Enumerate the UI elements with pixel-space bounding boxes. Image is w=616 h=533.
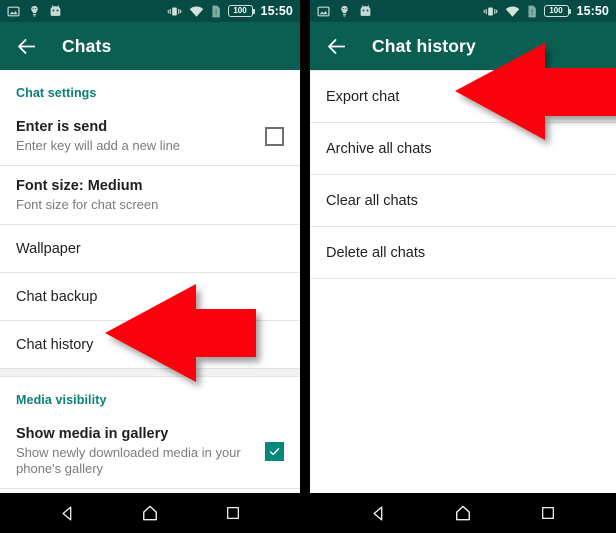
row-archive-all-chats[interactable]: Archive all chats [310,123,616,174]
recents-nav-icon [226,507,239,519]
row-delete-all-chats[interactable]: Delete all chats [310,227,616,278]
back-button[interactable] [14,34,38,58]
row-text: Enter is send Enter key will add a new l… [16,118,251,155]
row-subtitle: Font size for chat screen [16,196,159,212]
status-clock: 15:50 [260,3,293,18]
back-nav-icon [373,505,383,521]
page-title: Chat history [372,35,476,56]
image-icon [7,5,20,18]
battery-icon: 100 [543,5,571,17]
row-text: Show media in gallery Show newly downloa… [16,425,251,478]
checkbox-enter-is-send[interactable] [265,126,284,146]
row-font-size[interactable]: Font size: Medium Font size for chat scr… [0,166,300,224]
row-subtitle: Show newly downloaded media in your phon… [16,444,241,477]
wifi-icon [189,5,204,18]
divider [310,278,616,279]
android-head-icon [49,5,62,17]
sim-card-icon [527,5,537,18]
vibrate-icon [483,5,498,18]
row-chat-backup[interactable]: Chat backup [0,273,300,320]
row-title: Clear all chats [326,192,418,209]
nav-back-button[interactable] [50,496,84,530]
page-title: Chats [62,35,112,56]
row-clear-all-chats[interactable]: Clear all chats [310,175,616,226]
row-export-chat[interactable]: Export chat [310,71,616,122]
row-text: Chat history [16,336,284,354]
divider [0,488,300,489]
nav-recents-button[interactable] [216,496,250,530]
nav-recents-button[interactable] [531,496,565,530]
section-separator-band [0,368,300,377]
battery-level: 100 [549,6,563,15]
status-clock: 15:50 [576,3,609,18]
back-button[interactable] [324,34,348,58]
toolbar-chat-history: Chat history [310,22,616,70]
status-icons-right: 100 15:50 [167,5,293,18]
wifi-icon [505,5,520,18]
flashlight-icon [339,5,350,18]
home-nav-icon [456,505,470,521]
row-text: Chat backup [16,288,284,306]
nav-home-button[interactable] [446,496,480,530]
status-icons-left [317,5,372,18]
row-text: Clear all chats [326,192,600,210]
chats-settings-list: Chat settings Enter is send Enter key wi… [0,70,300,515]
section-header-chat-settings: Chat settings [16,86,97,100]
phone-screen-chat-history: 100 15:50 Chat history Export chat Archi… [310,0,616,533]
android-head-icon [359,5,372,17]
row-title: Archive all chats [326,140,432,157]
row-wallpaper[interactable]: Wallpaper [0,225,300,272]
row-title: Chat history [16,336,94,353]
check-icon [269,447,280,455]
row-title: Enter is send [16,118,108,135]
android-navbar-left [0,493,300,533]
row-show-media-in-gallery[interactable]: Show media in gallery Show newly downloa… [0,414,300,488]
phone-screen-chats: 100 15:50 Chats Chat settings Enter is s… [0,0,300,533]
arrow-left-icon [327,38,345,54]
row-title: Chat backup [16,288,98,305]
toolbar-chats: Chats [0,22,300,70]
image-icon [317,5,330,18]
row-title: Export chat [326,88,400,105]
status-bar-left: 100 15:50 [0,0,300,22]
sim-card-icon [211,5,221,18]
nav-home-button[interactable] [133,496,167,530]
row-subtitle: Enter key will add a new line [16,137,181,153]
row-text: Font size: Medium Font size for chat scr… [16,177,284,214]
back-nav-icon [62,505,72,521]
row-text: Wallpaper [16,240,284,258]
row-text: Archive all chats [326,140,600,158]
arrow-left-icon [17,38,35,54]
row-title: Wallpaper [16,240,81,257]
row-title: Font size: Medium [16,177,143,194]
flashlight-icon [29,5,40,18]
home-nav-icon [143,505,157,521]
recents-nav-icon [541,507,554,519]
chat-history-list: Export chat Archive all chats Clear all … [310,70,616,515]
section-header-media-visibility: Media visibility [16,393,107,407]
row-enter-is-send[interactable]: Enter is send Enter key will add a new l… [0,107,300,165]
row-text: Export chat [326,88,600,106]
screenshot-root: 100 15:50 Chats Chat settings Enter is s… [0,0,616,533]
row-text: Delete all chats [326,244,600,262]
battery-level: 100 [233,6,247,15]
android-navbar-right [310,493,616,533]
status-icons-left [7,5,62,18]
status-icons-right: 100 15:50 [483,5,609,18]
status-bar-right: 100 15:50 [310,0,616,22]
vibrate-icon [167,5,182,18]
row-title: Delete all chats [326,244,426,261]
nav-back-button[interactable] [361,496,395,530]
row-title: Show media in gallery [16,425,169,442]
checkbox-show-media-in-gallery[interactable] [265,441,284,461]
battery-icon: 100 [227,5,255,17]
row-chat-history[interactable]: Chat history [0,321,300,368]
